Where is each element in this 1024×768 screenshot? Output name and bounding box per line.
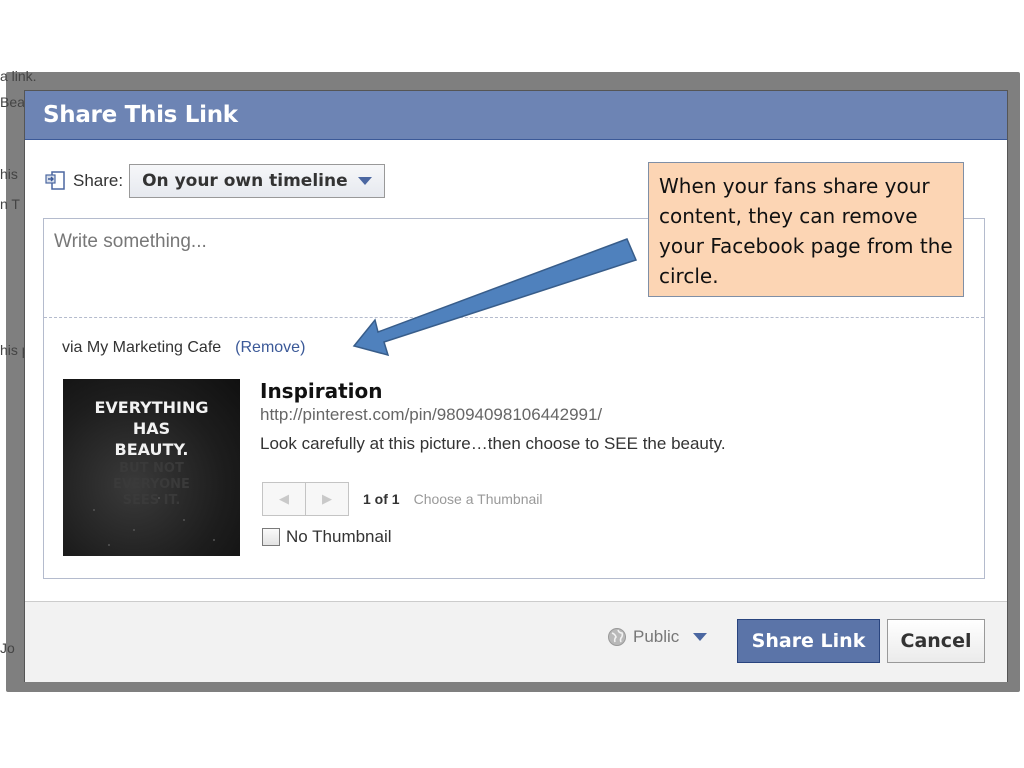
arrow-shape xyxy=(352,238,638,357)
annotation-callout: When your fans share your content, they … xyxy=(648,162,964,297)
callout-arrow xyxy=(352,238,638,357)
